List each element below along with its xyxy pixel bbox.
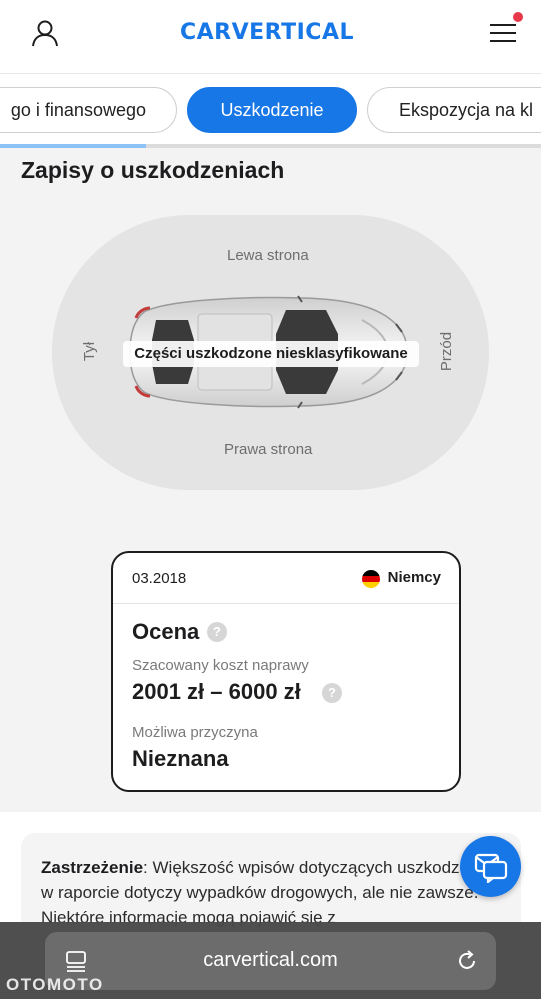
back-label: Tył — [81, 341, 99, 362]
record-heading: Ocena — [132, 619, 200, 644]
disclaimer-title: Zastrzeżenie — [41, 858, 144, 877]
report-tabs: go i finansowego Uszkodzenie Ekspozycja … — [0, 74, 541, 148]
help-icon[interactable]: ? — [207, 622, 227, 642]
tabs-scroll-progress — [0, 144, 541, 148]
germany-flag-icon — [362, 570, 380, 588]
notification-dot — [513, 12, 523, 22]
carvertical-logo[interactable]: CARVERTICAL — [180, 20, 364, 48]
left-side-label: Lewa strona — [227, 247, 309, 264]
tab-uszkodzenie[interactable]: Uszkodzenie — [187, 87, 357, 133]
record-date: 03.2018 — [132, 570, 187, 587]
damage-parts-label: Części uszkodzone niesklasyfikowane — [123, 341, 419, 367]
disclaimer-text: Zastrzeżenie: Większość wpisów dotyczący… — [41, 855, 491, 930]
help-icon[interactable]: ? — [322, 683, 342, 703]
card-divider — [113, 603, 459, 604]
chat-button[interactable] — [460, 836, 521, 897]
tabs-scroll-progress-fill — [0, 144, 147, 148]
app-header: CARVERTICAL — [0, 0, 541, 74]
record-country: Niemcy — [387, 569, 441, 586]
right-side-label: Prawa strona — [224, 441, 313, 458]
user-icon[interactable] — [30, 18, 60, 48]
url-text[interactable]: carvertical.com — [45, 949, 496, 972]
flag-stripe-gold — [362, 582, 380, 588]
section-title: Zapisy o uszkodzeniach — [21, 157, 285, 183]
possible-cause-value: Nieznana — [132, 746, 229, 771]
tab-ekspozycja[interactable]: Ekspozycja na kl — [367, 87, 541, 133]
chat-icon — [474, 853, 508, 883]
repair-cost-label: Szacowany koszt naprawy — [132, 657, 309, 674]
front-label: Przód — [438, 331, 456, 372]
possible-cause-label: Możliwa przyczyna — [132, 724, 258, 741]
repair-cost-value: 2001 zł – 6000 zł — [132, 679, 301, 704]
damage-record-card: 03.2018 Niemcy Ocena ? Szacowany koszt n… — [111, 551, 461, 792]
hamburger-menu-icon[interactable] — [488, 18, 520, 48]
tab-finansowy[interactable]: go i finansowego — [0, 87, 177, 133]
reload-icon[interactable] — [455, 949, 479, 973]
otomoto-watermark: OTOMOTO — [6, 975, 104, 994]
address-bar[interactable]: carvertical.com — [45, 932, 496, 990]
